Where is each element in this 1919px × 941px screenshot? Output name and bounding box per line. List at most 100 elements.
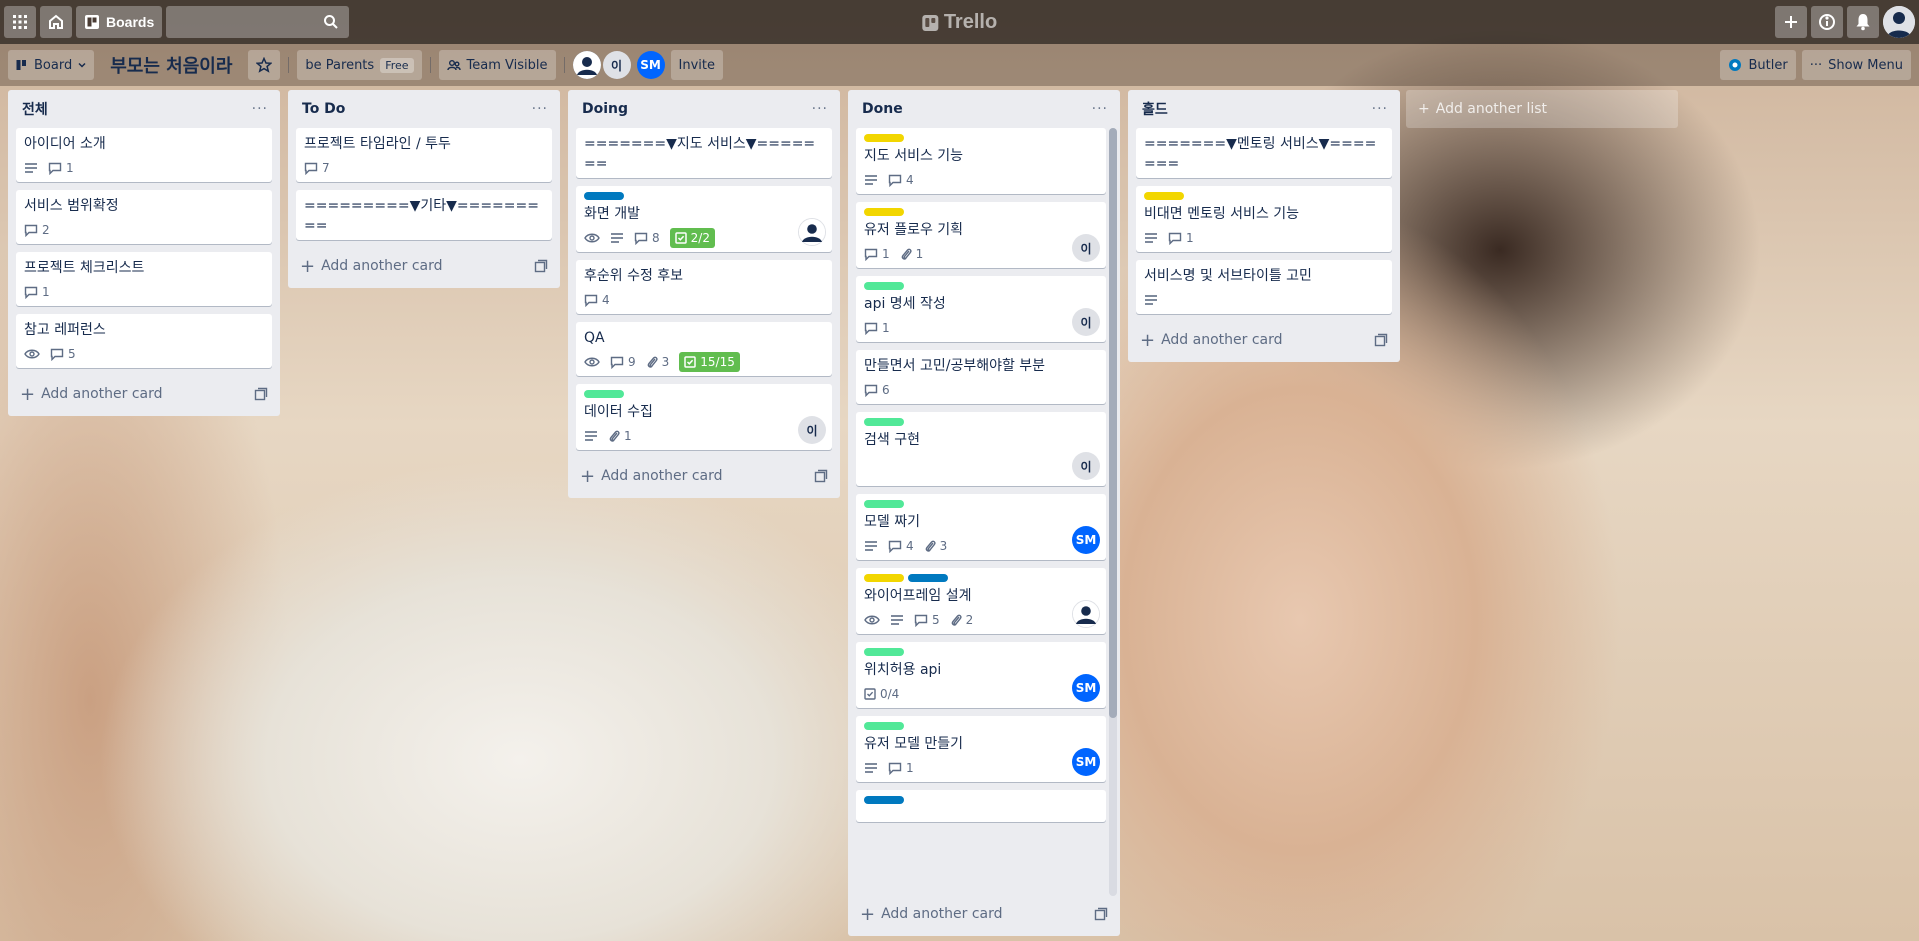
card[interactable]: 참고 레퍼런스 5 xyxy=(16,314,272,368)
card[interactable]: 유저 모델 만들기 1 SM xyxy=(856,716,1106,782)
member-avatar[interactable]: SM xyxy=(636,51,665,79)
card-member-avatar[interactable]: 이 xyxy=(798,416,826,444)
card[interactable]: =======▼지도 서비스▼======= xyxy=(576,128,832,178)
show-menu-button[interactable]: ··· Show Menu xyxy=(1801,50,1911,80)
card[interactable]: api 명세 작성 1 이 xyxy=(856,276,1106,342)
card-member-avatar[interactable] xyxy=(798,218,826,246)
apps-button[interactable] xyxy=(4,6,36,38)
card[interactable]: 모델 짜기 4 3 SM xyxy=(856,494,1106,560)
list-menu-button[interactable]: ··· xyxy=(1092,101,1108,117)
card[interactable]: 프로젝트 타임라인 / 투두 7 xyxy=(296,128,552,182)
invite-button[interactable]: Invite xyxy=(670,50,723,80)
list-menu-button[interactable]: ··· xyxy=(532,101,548,117)
board-view-label: Board xyxy=(34,57,73,73)
comments-count: 1 xyxy=(882,247,890,261)
scrollbar-thumb[interactable] xyxy=(1109,128,1117,718)
list-title[interactable]: 홀드 xyxy=(1142,99,1168,119)
info-button[interactable] xyxy=(1811,6,1843,38)
plus-icon: + xyxy=(580,465,596,487)
card[interactable]: 만들면서 고민/공부해야할 부분 6 xyxy=(856,350,1106,404)
member-avatar[interactable]: 이 xyxy=(602,51,631,79)
list-menu-button[interactable]: ··· xyxy=(1372,101,1388,117)
template-icon[interactable] xyxy=(1094,907,1108,921)
notifications-button[interactable] xyxy=(1847,6,1879,38)
add-card-button[interactable]: + Add another card xyxy=(288,248,560,284)
create-button[interactable] xyxy=(1775,6,1807,38)
search-icon[interactable] xyxy=(323,14,339,30)
paperclip-icon xyxy=(951,614,962,626)
add-card-label: Add another card xyxy=(1161,332,1283,348)
grid-icon xyxy=(13,15,27,29)
card-member-avatar[interactable]: 이 xyxy=(1072,234,1100,262)
home-button[interactable] xyxy=(40,6,72,38)
list-title[interactable]: To Do xyxy=(302,101,345,117)
card-label-green xyxy=(864,418,904,426)
list-scroll-area[interactable]: 지도 서비스 기능 4 유저 플로우 기획 1 1 이 api 명세 작성 1 … xyxy=(848,128,1120,896)
card-title: =========▼기타▼========= xyxy=(304,198,539,234)
comment-icon xyxy=(864,322,878,335)
card[interactable]: 유저 플로우 기획 1 1 이 xyxy=(856,202,1106,268)
card[interactable]: 서비스명 및 서브타이틀 고민 xyxy=(1136,260,1392,314)
watch-icon xyxy=(584,356,600,368)
list-menu-button[interactable]: ··· xyxy=(252,101,268,117)
trello-logo[interactable]: Trello xyxy=(921,11,997,34)
template-icon[interactable] xyxy=(814,469,828,483)
add-card-button[interactable]: + Add another card xyxy=(568,458,840,494)
list-title[interactable]: Done xyxy=(862,101,903,117)
card[interactable]: 비대면 멘토링 서비스 기능 1 xyxy=(1136,186,1392,252)
watch-icon xyxy=(24,348,40,360)
template-icon[interactable] xyxy=(254,387,268,401)
attachments-badge: 3 xyxy=(646,355,669,369)
star-button[interactable] xyxy=(248,50,281,80)
card[interactable]: =========▼기타▼========= xyxy=(296,190,552,240)
card[interactable]: QA 9 3 15/15 xyxy=(576,322,832,376)
user-avatar[interactable] xyxy=(1883,6,1915,38)
card[interactable] xyxy=(856,790,1106,822)
card-member-avatar[interactable]: SM xyxy=(1072,526,1100,554)
card-label-green xyxy=(864,722,904,730)
boards-button[interactable]: Boards xyxy=(76,6,163,38)
list-title[interactable]: 전체 xyxy=(22,99,48,119)
card-title: 후순위 수정 후보 xyxy=(584,268,684,284)
card[interactable]: 서비스 범위확정 2 xyxy=(16,190,272,244)
template-icon[interactable] xyxy=(1374,333,1388,347)
card[interactable]: 위치허용 api 0/4 SM xyxy=(856,642,1106,708)
card-label-blue xyxy=(908,574,948,582)
team-button[interactable]: be Parents Free xyxy=(297,50,422,80)
card[interactable]: 와이어프레임 설계 5 2 xyxy=(856,568,1106,634)
member-avatar-photo[interactable] xyxy=(572,51,601,79)
add-card-button[interactable]: + Add another card xyxy=(848,896,1120,932)
comments-badge: 1 xyxy=(24,285,50,299)
card[interactable]: 아이디어 소개 1 xyxy=(16,128,272,182)
card-member-avatar[interactable] xyxy=(1072,600,1100,628)
template-icon[interactable] xyxy=(534,259,548,273)
card-member-avatar[interactable]: SM xyxy=(1072,748,1100,776)
add-list-button[interactable]: + Add another list xyxy=(1406,90,1678,128)
comments-count: 5 xyxy=(932,613,940,627)
card[interactable]: 검색 구현 이 xyxy=(856,412,1106,486)
paperclip-icon xyxy=(901,248,912,260)
add-card-button[interactable]: + Add another card xyxy=(8,376,280,412)
search-input[interactable] xyxy=(166,6,350,38)
card[interactable]: 지도 서비스 기능 4 xyxy=(856,128,1106,194)
card[interactable]: =======▼멘토링 서비스▼======= xyxy=(1136,128,1392,178)
card[interactable]: 화면 개발 8 2/2 xyxy=(576,186,832,252)
add-card-button[interactable]: + Add another card xyxy=(1128,322,1400,358)
card[interactable]: 프로젝트 체크리스트 1 xyxy=(16,252,272,306)
card-member-avatar[interactable]: SM xyxy=(1072,674,1100,702)
card[interactable]: 후순위 수정 후보 4 xyxy=(576,260,832,314)
scrollbar[interactable] xyxy=(1109,128,1117,896)
list-title[interactable]: Doing xyxy=(582,101,628,117)
visibility-button[interactable]: Team Visible xyxy=(438,50,556,80)
card-member-avatar[interactable]: 이 xyxy=(1072,308,1100,336)
list-menu-button[interactable]: ··· xyxy=(812,101,828,117)
board-view-switcher[interactable]: Board xyxy=(8,50,95,80)
board-title[interactable]: 부모는 처음이라 xyxy=(100,52,242,78)
card[interactable]: 데이터 수집 1 이 xyxy=(576,384,832,450)
checkbox-icon xyxy=(684,356,697,368)
plus-icon: + xyxy=(20,383,36,405)
description-icon xyxy=(1144,232,1158,244)
card-title: 와이어프레임 설계 xyxy=(864,588,972,604)
butler-button[interactable]: Butler xyxy=(1720,50,1796,80)
card-member-avatar[interactable]: 이 xyxy=(1072,452,1100,480)
